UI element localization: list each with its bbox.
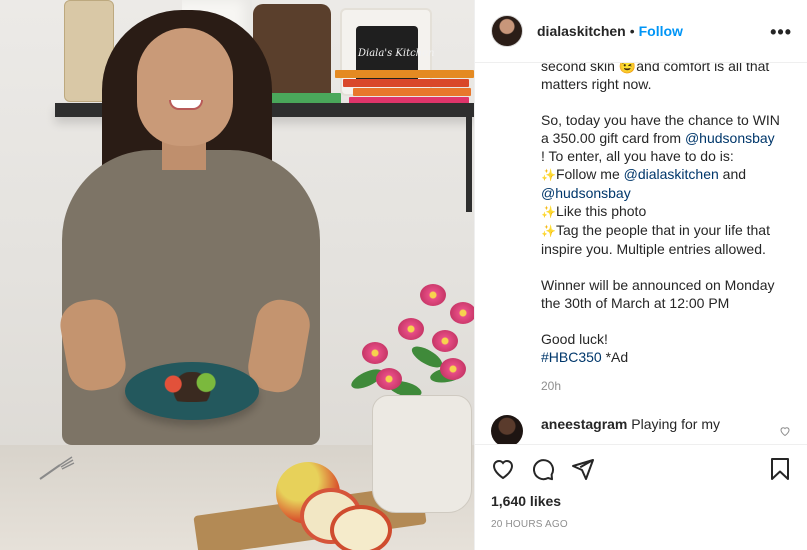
caption-hashtags: #HBC350 *Ad xyxy=(541,349,629,365)
post-actions: 1,640 likes 20 HOURS AGO xyxy=(475,444,807,550)
share-icon[interactable] xyxy=(571,457,595,481)
caption-step: ✨Tag the people that in your life that i… xyxy=(541,222,770,257)
comment-avatar[interactable] xyxy=(491,415,523,444)
mention-link[interactable]: @hudsonsbay xyxy=(541,185,631,201)
separator-dot: • xyxy=(629,23,635,39)
avatar[interactable] xyxy=(491,15,523,47)
caption-step: ✨Follow me @dialaskitchen and @hudsonsbay xyxy=(541,166,747,201)
caption-good-luck: Good luck! xyxy=(541,331,608,347)
sparkles-icon: ✨ xyxy=(541,205,556,219)
post-panel: dialaskitchen • Follow ••• second skin 😉… xyxy=(474,0,807,550)
caption-step: ✨Like this photo xyxy=(541,203,647,219)
comment-like-icon[interactable] xyxy=(779,425,791,437)
comment-row: aneestagram Playing for my xyxy=(491,415,791,444)
kitchen-sign-text: Diala's Kitchen xyxy=(358,48,435,59)
post-photo[interactable]: Diala's Kitchen xyxy=(0,0,474,550)
username-link[interactable]: dialaskitchen xyxy=(537,23,626,39)
comment-icon[interactable] xyxy=(531,457,555,481)
caption-winner: Winner will be announced on Monday the 3… xyxy=(541,277,775,311)
shelf-bracket xyxy=(466,117,472,212)
caption-paragraph: So, today you have the chance to WIN a 3… xyxy=(541,112,780,164)
follow-button[interactable]: Follow xyxy=(639,23,683,39)
ceramic-vase xyxy=(372,395,472,513)
comment-text: Playing for my xyxy=(631,416,720,432)
post-caption: second skin 😉and comfort is all that mat… xyxy=(541,63,791,366)
mention-link[interactable]: @hudsonsbay xyxy=(685,130,775,146)
caption-line: second skin 😉and comfort is all that xyxy=(541,63,770,74)
action-icons xyxy=(491,457,595,481)
fork-icon xyxy=(39,456,75,480)
instagram-post: Diala's Kitchen dialaskitchen • Follow •… xyxy=(0,0,807,550)
post-timestamp[interactable]: 20 HOURS AGO xyxy=(491,519,568,530)
post-header: dialaskitchen • Follow ••• xyxy=(475,0,807,63)
likes-count[interactable]: 1,640 likes xyxy=(491,493,561,509)
heart-icon[interactable] xyxy=(491,457,515,481)
woman-holding-bowl xyxy=(44,0,334,445)
hashtag-link[interactable]: #HBC350 xyxy=(541,349,602,365)
sparkles-icon: ✨ xyxy=(541,224,556,238)
caption-scroll-area[interactable]: second skin 😉and comfort is all that mat… xyxy=(475,63,807,444)
mention-link[interactable]: @dialaskitchen xyxy=(624,166,719,182)
comment-username[interactable]: aneestagram xyxy=(541,416,627,432)
more-options-icon[interactable]: ••• xyxy=(770,22,792,43)
apple-slice xyxy=(330,505,392,550)
comment-body: aneestagram Playing for my xyxy=(541,415,756,444)
caption-time[interactable]: 20h xyxy=(541,379,561,393)
cookbook-stack xyxy=(335,70,474,106)
bookmark-icon[interactable] xyxy=(768,457,792,481)
sparkles-icon: ✨ xyxy=(541,168,556,182)
caption-line: matters right now. xyxy=(541,76,652,92)
